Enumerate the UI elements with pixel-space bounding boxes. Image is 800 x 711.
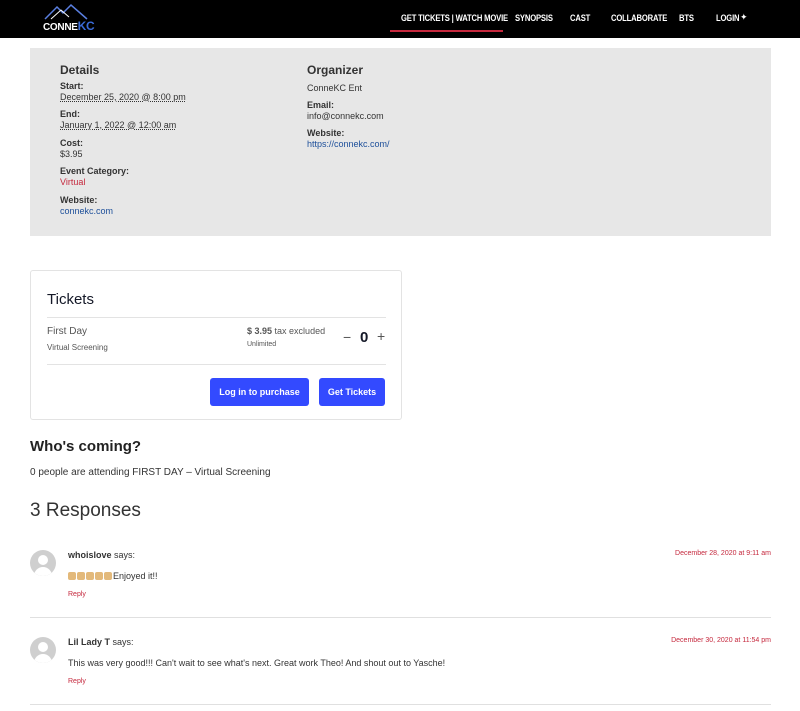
tickets-divider [47, 317, 386, 318]
quantity-value[interactable]: 0 [360, 329, 368, 346]
tickets-box: Tickets First Day Virtual Screening $ 3.… [30, 270, 402, 420]
start-value: December 25, 2020 @ 8:00 pm [60, 92, 186, 102]
quantity-increase-button[interactable]: + [377, 328, 385, 344]
organizer-name: ConneKC Ent [307, 83, 363, 93]
category-link[interactable]: Virtual [60, 177, 85, 187]
organizer-heading: Organizer [307, 63, 364, 77]
cost-value: $3.95 [60, 149, 83, 159]
ticket-description: Virtual Screening [47, 343, 108, 352]
nav-item-collaborate[interactable]: COLLABORATE [611, 13, 667, 23]
event-details-panel: Details Start: December 25, 2020 @ 8:00 … [30, 48, 771, 236]
top-navigation-bar: CONNEKC GET TICKETS | WATCH MOVIE SYNOPS… [0, 0, 800, 38]
details-heading: Details [60, 63, 100, 77]
comment-divider [30, 704, 771, 705]
comment-text: This was very good!!! Can't wait to see … [68, 658, 446, 668]
comment-date-link[interactable]: December 28, 2020 at 9:11 am [640, 550, 771, 557]
ticket-availability: Unlimited [247, 341, 277, 348]
site-logo[interactable]: CONNEKC [43, 3, 95, 33]
start-label: Start: [60, 81, 84, 91]
tickets-title: Tickets [47, 291, 94, 308]
whos-coming-heading: Who's coming? [30, 438, 142, 455]
category-label: Event Category: [60, 166, 130, 176]
active-nav-indicator [390, 30, 503, 32]
organizer-website-label: Website: [307, 128, 345, 138]
nav-item-bts[interactable]: BTS [679, 13, 694, 23]
ticket-price: $ 3.95 tax excluded [247, 326, 326, 336]
website-link[interactable]: connekc.com [60, 206, 113, 216]
comment-author: whoislove says: [68, 550, 136, 560]
avatar [30, 550, 56, 576]
nav-item-cast[interactable]: CAST [570, 13, 590, 23]
responses-heading: 3 Responses [30, 500, 141, 521]
comment-author: Lil Lady T says: [68, 637, 134, 647]
avatar [30, 637, 56, 663]
attending-count-text: 0 people are attending FIRST DAY – Virtu… [30, 467, 271, 478]
website-label: Website: [60, 195, 98, 205]
plus-icon[interactable]: ✦ [740, 12, 748, 23]
end-value: January 1, 2022 @ 12:00 am [60, 120, 177, 130]
nav-item-synopsis[interactable]: SYNOPSIS [515, 13, 553, 23]
cost-label: Cost: [60, 138, 83, 148]
organizer-email-label: Email: [307, 100, 335, 110]
nav-item-get-tickets[interactable]: GET TICKETS | WATCH MOVIE [401, 13, 508, 23]
comment-text: Enjoyed it!! [68, 571, 158, 581]
tickets-divider [47, 364, 386, 365]
get-tickets-button[interactable]: Get Tickets [319, 378, 385, 406]
quantity-decrease-button[interactable]: − [343, 329, 351, 345]
comment-date-link[interactable]: December 30, 2020 at 11:54 pm [640, 637, 771, 644]
reply-link[interactable]: Reply [68, 678, 86, 685]
ticket-name: First Day [47, 326, 87, 337]
end-label: End: [60, 109, 80, 119]
organizer-email-value: info@connekc.com [307, 111, 384, 121]
comment-divider [30, 617, 771, 618]
logo-text: CONNEKC [43, 19, 95, 33]
reply-link[interactable]: Reply [68, 591, 86, 598]
organizer-website-link[interactable]: https://connekc.com/ [307, 139, 390, 149]
nav-item-login[interactable]: LOGIN [716, 13, 740, 23]
thumbs-up-icon [68, 571, 113, 581]
login-to-purchase-button[interactable]: Log in to purchase [210, 378, 309, 406]
